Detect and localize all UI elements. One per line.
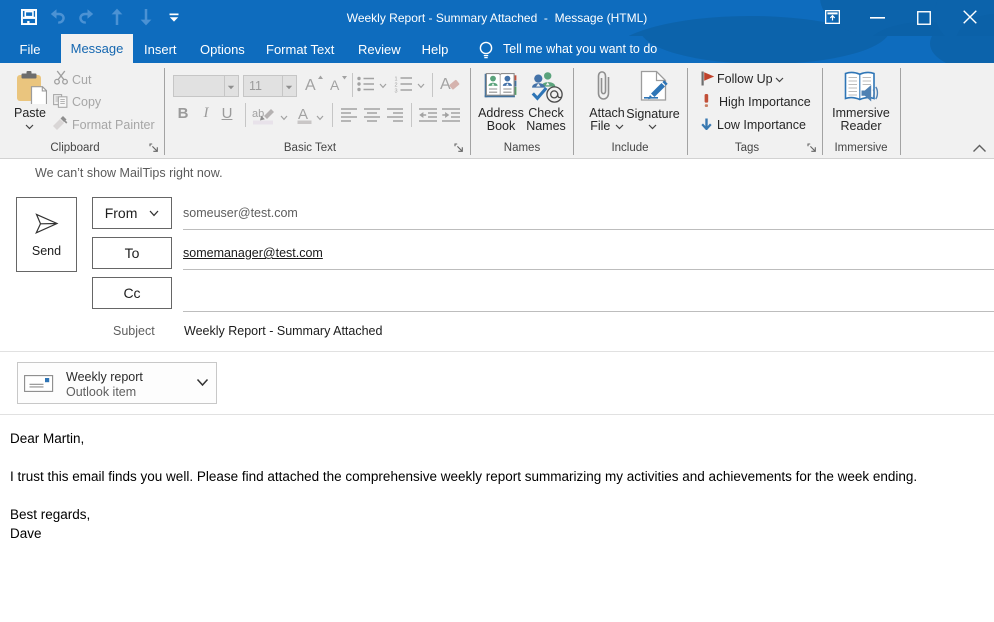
svg-text:A: A bbox=[330, 77, 340, 92]
svg-text:A: A bbox=[305, 77, 316, 92]
svg-text:A: A bbox=[440, 76, 451, 93]
svg-text:A: A bbox=[298, 106, 308, 123]
svg-text:3: 3 bbox=[395, 88, 398, 93]
